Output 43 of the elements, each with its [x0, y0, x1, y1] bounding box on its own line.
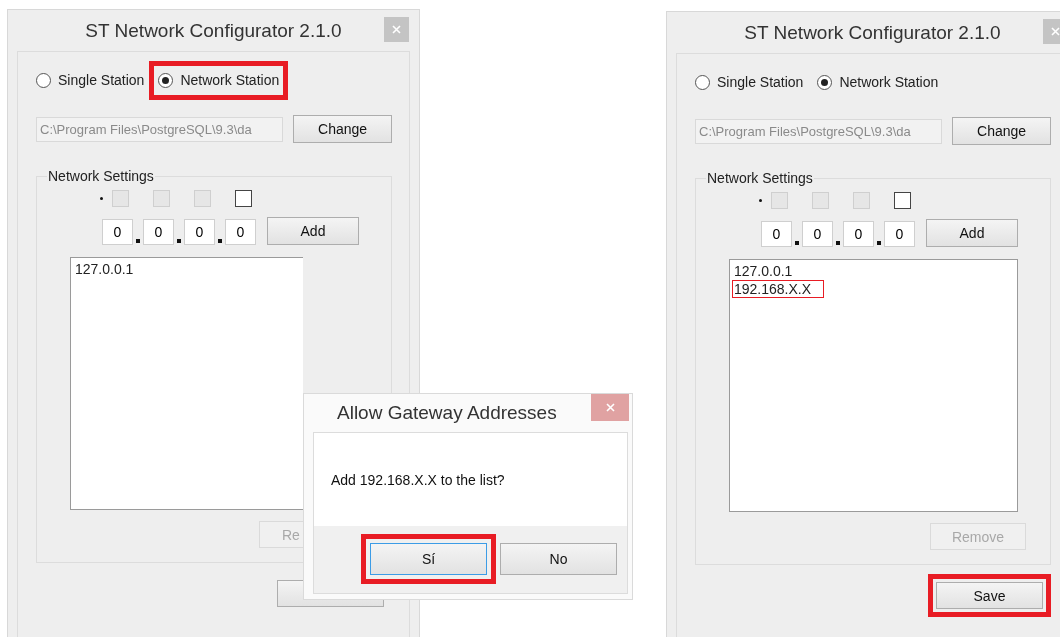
close-icon	[1051, 27, 1060, 36]
octet-field[interactable]: 0	[184, 219, 215, 245]
save-button[interactable]: Save	[936, 582, 1043, 609]
list-item[interactable]: 127.0.0.1	[73, 260, 147, 278]
close-button[interactable]	[591, 394, 629, 421]
add-button[interactable]: Add	[926, 219, 1018, 247]
octet-field[interactable]: 0	[802, 221, 833, 247]
address-list[interactable]: 127.0.0.1	[70, 257, 303, 510]
checkbox[interactable]	[894, 192, 911, 209]
radio-option[interactable]: Single Station	[695, 71, 804, 93]
checkbox[interactable]	[235, 190, 252, 207]
radio-option[interactable]: Network Station	[817, 71, 939, 93]
dialog-title: Allow Gateway Addresses	[337, 402, 557, 424]
octet-field[interactable]: 0	[884, 221, 915, 247]
close-button[interactable]	[384, 17, 409, 42]
radio-option[interactable]: Single Station	[36, 69, 145, 91]
octet-field[interactable]: 0	[843, 221, 874, 247]
close-icon	[605, 403, 615, 412]
list-item[interactable]: 127.0.0.1	[732, 262, 806, 280]
change-button[interactable]: Change	[293, 115, 392, 143]
radio-icon[interactable]	[817, 74, 833, 90]
dot-icon	[100, 197, 103, 200]
dialog-button[interactable]: No	[500, 543, 617, 575]
change-button[interactable]: Change	[952, 117, 1051, 145]
add-button[interactable]: Add	[267, 217, 359, 245]
octet-field[interactable]: 0	[225, 219, 256, 245]
close-icon	[392, 25, 401, 34]
dialog-message: Add 192.168.X.X to the list?	[331, 471, 505, 488]
radio-icon[interactable]	[36, 72, 51, 88]
radio-icon[interactable]	[158, 72, 174, 88]
dot-icon	[759, 199, 762, 202]
radio-option[interactable]: Network Station	[158, 69, 280, 91]
octet-field[interactable]: 0	[102, 219, 133, 245]
dialog-button[interactable]: Sí	[370, 543, 487, 575]
window-title: ST Network Configurator 2.1.0	[744, 21, 1001, 44]
list-item[interactable]: 192.168.X.X	[732, 280, 825, 298]
window-title: ST Network Configurator 2.1.0	[85, 19, 342, 42]
octet-field[interactable]: 0	[761, 221, 792, 247]
address-list[interactable]: 127.0.0.1 192.168.X.X	[729, 259, 1018, 512]
group-title: Network Settings	[47, 168, 155, 184]
octet-field[interactable]: 0	[143, 219, 174, 245]
group-title: Network Settings	[706, 170, 814, 186]
radio-icon[interactable]	[695, 74, 710, 90]
